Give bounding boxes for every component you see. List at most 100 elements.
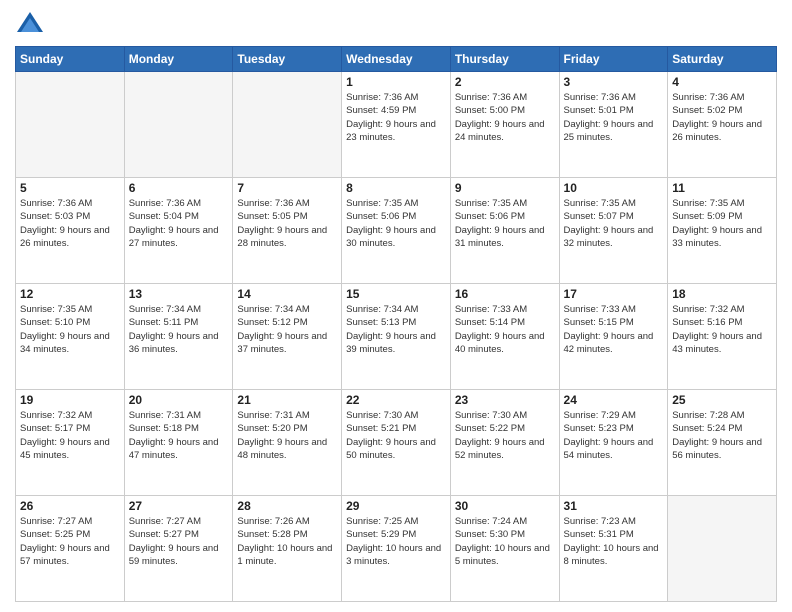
day-info: Sunrise: 7:32 AM Sunset: 5:17 PM Dayligh…: [20, 409, 120, 462]
day-number: 18: [672, 287, 772, 301]
day-number: 23: [455, 393, 555, 407]
day-info: Sunrise: 7:34 AM Sunset: 5:13 PM Dayligh…: [346, 303, 446, 356]
day-info: Sunrise: 7:29 AM Sunset: 5:23 PM Dayligh…: [564, 409, 664, 462]
day-cell: [124, 72, 233, 178]
day-number: 5: [20, 181, 120, 195]
day-cell: 7 Sunrise: 7:36 AM Sunset: 5:05 PM Daylig…: [233, 178, 342, 284]
day-cell: 11Sunrise: 7:35 AM Sunset: 5:09 PM Dayli…: [668, 178, 777, 284]
day-info: Sunrise: 7:31 AM Sunset: 5:18 PM Dayligh…: [129, 409, 229, 462]
weekday-friday: Friday: [559, 47, 668, 72]
day-cell: 21 Sunrise: 7:31 AM Sunset: 5:20 PM Dayli…: [233, 390, 342, 496]
day-number: 6: [129, 181, 229, 195]
day-number: 14: [237, 287, 337, 301]
day-info: Sunrise: 7:36 AM Sunset: 5:05 PM Dayligh…: [237, 197, 337, 250]
day-number: 20: [129, 393, 229, 407]
day-number: 24: [564, 393, 664, 407]
day-cell: 23 Sunrise: 7:30 AM Sunset: 5:22 PM Dayli…: [450, 390, 559, 496]
day-cell: 10 Sunrise: 7:35 AM Sunset: 5:07 PM Dayli…: [559, 178, 668, 284]
day-number: 30: [455, 499, 555, 513]
day-info: Sunrise: 7:34 AM Sunset: 5:12 PM Dayligh…: [237, 303, 337, 356]
weekday-thursday: Thursday: [450, 47, 559, 72]
day-number: 16: [455, 287, 555, 301]
day-number: 9: [455, 181, 555, 195]
day-cell: 9 Sunrise: 7:35 AM Sunset: 5:06 PM Daylig…: [450, 178, 559, 284]
day-number: 29: [346, 499, 446, 513]
logo-icon: [15, 10, 45, 40]
day-number: 17: [564, 287, 664, 301]
day-cell: 27 Sunrise: 7:27 AM Sunset: 5:27 PM Dayli…: [124, 496, 233, 602]
week-row-0: 1 Sunrise: 7:36 AM Sunset: 4:59 PM Daylig…: [16, 72, 777, 178]
day-cell: 17 Sunrise: 7:33 AM Sunset: 5:15 PM Dayli…: [559, 284, 668, 390]
day-info: Sunrise: 7:26 AM Sunset: 5:28 PM Dayligh…: [237, 515, 337, 568]
day-number: 22: [346, 393, 446, 407]
day-info: Sunrise: 7:33 AM Sunset: 5:14 PM Dayligh…: [455, 303, 555, 356]
day-info: Sunrise: 7:30 AM Sunset: 5:21 PM Dayligh…: [346, 409, 446, 462]
day-number: 15: [346, 287, 446, 301]
day-number: 3: [564, 75, 664, 89]
day-cell: 31 Sunrise: 7:23 AM Sunset: 5:31 PM Dayli…: [559, 496, 668, 602]
day-number: 13: [129, 287, 229, 301]
page: SundayMondayTuesdayWednesdayThursdayFrid…: [0, 0, 792, 612]
week-row-2: 12 Sunrise: 7:35 AM Sunset: 5:10 PM Dayli…: [16, 284, 777, 390]
day-info: Sunrise: 7:36 AM Sunset: 5:00 PM Dayligh…: [455, 91, 555, 144]
day-info: Sunrise: 7:35 AM Sunset: 5:06 PM Dayligh…: [455, 197, 555, 250]
day-cell: 16 Sunrise: 7:33 AM Sunset: 5:14 PM Dayli…: [450, 284, 559, 390]
day-cell: 25 Sunrise: 7:28 AM Sunset: 5:24 PM Dayli…: [668, 390, 777, 496]
day-cell: [16, 72, 125, 178]
day-cell: 24 Sunrise: 7:29 AM Sunset: 5:23 PM Dayli…: [559, 390, 668, 496]
day-number: 12: [20, 287, 120, 301]
day-cell: 3 Sunrise: 7:36 AM Sunset: 5:01 PM Daylig…: [559, 72, 668, 178]
day-cell: [233, 72, 342, 178]
day-cell: 20 Sunrise: 7:31 AM Sunset: 5:18 PM Dayli…: [124, 390, 233, 496]
day-number: 8: [346, 181, 446, 195]
week-row-3: 19Sunrise: 7:32 AM Sunset: 5:17 PM Dayli…: [16, 390, 777, 496]
weekday-saturday: Saturday: [668, 47, 777, 72]
day-cell: 1 Sunrise: 7:36 AM Sunset: 4:59 PM Daylig…: [342, 72, 451, 178]
day-info: Sunrise: 7:36 AM Sunset: 4:59 PM Dayligh…: [346, 91, 446, 144]
day-cell: 4Sunrise: 7:36 AM Sunset: 5:02 PM Daylig…: [668, 72, 777, 178]
day-info: Sunrise: 7:33 AM Sunset: 5:15 PM Dayligh…: [564, 303, 664, 356]
day-number: 1: [346, 75, 446, 89]
day-number: 28: [237, 499, 337, 513]
day-info: Sunrise: 7:32 AM Sunset: 5:16 PM Dayligh…: [672, 303, 772, 356]
day-info: Sunrise: 7:23 AM Sunset: 5:31 PM Dayligh…: [564, 515, 664, 568]
day-cell: 2 Sunrise: 7:36 AM Sunset: 5:00 PM Daylig…: [450, 72, 559, 178]
day-cell: [668, 496, 777, 602]
day-number: 25: [672, 393, 772, 407]
day-cell: 26Sunrise: 7:27 AM Sunset: 5:25 PM Dayli…: [16, 496, 125, 602]
weekday-header-row: SundayMondayTuesdayWednesdayThursdayFrid…: [16, 47, 777, 72]
day-cell: 12 Sunrise: 7:35 AM Sunset: 5:10 PM Dayli…: [16, 284, 125, 390]
day-info: Sunrise: 7:30 AM Sunset: 5:22 PM Dayligh…: [455, 409, 555, 462]
day-number: 10: [564, 181, 664, 195]
day-info: Sunrise: 7:35 AM Sunset: 5:10 PM Dayligh…: [20, 303, 120, 356]
day-info: Sunrise: 7:36 AM Sunset: 5:01 PM Dayligh…: [564, 91, 664, 144]
day-cell: 13 Sunrise: 7:34 AM Sunset: 5:11 PM Dayli…: [124, 284, 233, 390]
day-info: Sunrise: 7:31 AM Sunset: 5:20 PM Dayligh…: [237, 409, 337, 462]
day-number: 7: [237, 181, 337, 195]
day-info: Sunrise: 7:28 AM Sunset: 5:24 PM Dayligh…: [672, 409, 772, 462]
day-number: 26: [20, 499, 120, 513]
day-number: 11: [672, 181, 772, 195]
day-info: Sunrise: 7:27 AM Sunset: 5:27 PM Dayligh…: [129, 515, 229, 568]
day-cell: 18 Sunrise: 7:32 AM Sunset: 5:16 PM Dayli…: [668, 284, 777, 390]
week-row-1: 5Sunrise: 7:36 AM Sunset: 5:03 PM Daylig…: [16, 178, 777, 284]
day-cell: 6 Sunrise: 7:36 AM Sunset: 5:04 PM Daylig…: [124, 178, 233, 284]
day-number: 2: [455, 75, 555, 89]
day-number: 21: [237, 393, 337, 407]
day-cell: 14 Sunrise: 7:34 AM Sunset: 5:12 PM Dayli…: [233, 284, 342, 390]
day-cell: 30Sunrise: 7:24 AM Sunset: 5:30 PM Dayli…: [450, 496, 559, 602]
day-cell: 19Sunrise: 7:32 AM Sunset: 5:17 PM Dayli…: [16, 390, 125, 496]
day-info: Sunrise: 7:34 AM Sunset: 5:11 PM Dayligh…: [129, 303, 229, 356]
weekday-sunday: Sunday: [16, 47, 125, 72]
weekday-tuesday: Tuesday: [233, 47, 342, 72]
week-row-4: 26Sunrise: 7:27 AM Sunset: 5:25 PM Dayli…: [16, 496, 777, 602]
day-number: 27: [129, 499, 229, 513]
weekday-wednesday: Wednesday: [342, 47, 451, 72]
day-cell: 29 Sunrise: 7:25 AM Sunset: 5:29 PM Dayli…: [342, 496, 451, 602]
day-number: 4: [672, 75, 772, 89]
day-number: 31: [564, 499, 664, 513]
day-info: Sunrise: 7:36 AM Sunset: 5:04 PM Dayligh…: [129, 197, 229, 250]
day-info: Sunrise: 7:25 AM Sunset: 5:29 PM Dayligh…: [346, 515, 446, 568]
day-info: Sunrise: 7:35 AM Sunset: 5:07 PM Dayligh…: [564, 197, 664, 250]
day-cell: 28 Sunrise: 7:26 AM Sunset: 5:28 PM Dayli…: [233, 496, 342, 602]
